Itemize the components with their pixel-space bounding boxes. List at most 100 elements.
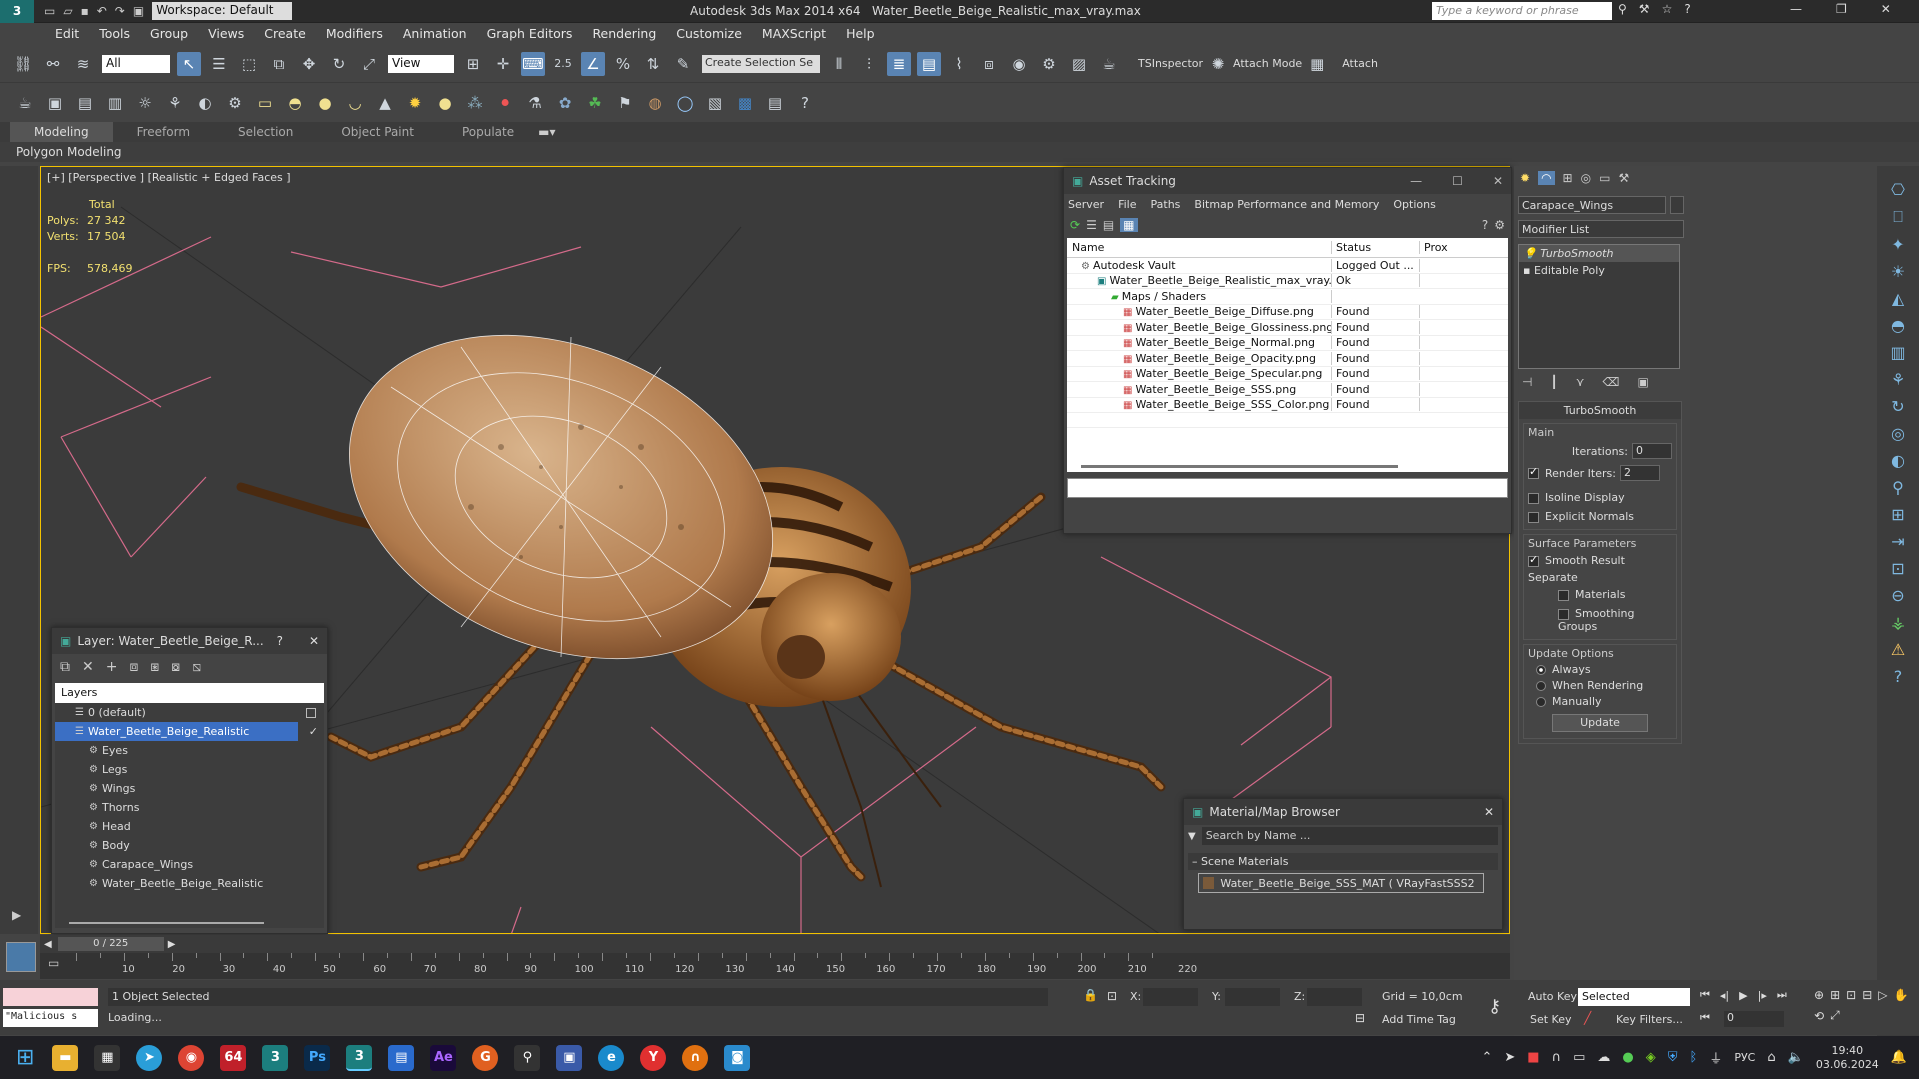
key-filter-dropdown[interactable]: Selected bbox=[1578, 988, 1690, 1006]
vray-light-icon[interactable]: ⚘ bbox=[163, 91, 187, 115]
network-icon[interactable]: ⌂ bbox=[1767, 1050, 1775, 1065]
telegram-icon[interactable]: ➤ bbox=[136, 1044, 163, 1071]
render-icon[interactable]: ☕ bbox=[1097, 52, 1121, 76]
absolute-mode-icon[interactable]: ⊡ bbox=[1107, 989, 1117, 1003]
pivot-icon[interactable]: ⊞ bbox=[461, 52, 485, 76]
3dsmax-active-icon[interactable]: 3 bbox=[346, 1044, 373, 1071]
col-name[interactable]: Name bbox=[1067, 241, 1332, 254]
workspace-dropdown[interactable]: Workspace: Default bbox=[152, 2, 293, 20]
open-file-icon[interactable]: ▱ bbox=[63, 4, 72, 18]
menu-graph-editors[interactable]: Graph Editors bbox=[477, 23, 583, 45]
teapot-icon[interactable]: ☕ bbox=[13, 91, 37, 115]
select-in-layer-icon[interactable]: ⧈ bbox=[129, 659, 138, 675]
layer-active[interactable]: ☰ Water_Beetle_Beige_Realistic ✓ bbox=[55, 722, 318, 741]
asset-menu-server[interactable]: Server bbox=[1068, 198, 1104, 211]
help-icon[interactable]: ? bbox=[277, 634, 283, 648]
globe-icon[interactable]: ◯ bbox=[673, 91, 697, 115]
pin-stack-icon[interactable]: ⊣ bbox=[1522, 375, 1532, 389]
asset-menu-file[interactable]: File bbox=[1118, 198, 1136, 211]
create-tab-icon[interactable]: ✹ bbox=[1520, 171, 1530, 185]
iterations-spinner[interactable]: 0 bbox=[1632, 443, 1672, 459]
tray-nvidia-icon[interactable]: ◈ bbox=[1646, 1050, 1656, 1065]
timeline-ruler[interactable]: 10 20 30 40 50 60 70 80 90 100 110 120 130 140 150 160 1… bbox=[40, 953, 1510, 979]
layer-object[interactable]: ⚙ Legs bbox=[55, 760, 324, 779]
save-app-icon[interactable]: ▣ bbox=[556, 1044, 583, 1071]
layer-object[interactable]: ⚙ Body bbox=[55, 836, 324, 855]
add-to-layer-icon[interactable]: + bbox=[106, 659, 118, 675]
hair-icon[interactable]: ⚑ bbox=[613, 91, 637, 115]
maximize-icon[interactable]: ☐ bbox=[1452, 174, 1463, 188]
photoshop-icon[interactable]: Ps bbox=[304, 1044, 331, 1071]
undo-icon[interactable]: ↶ bbox=[97, 4, 107, 18]
menu-maxscript[interactable]: MAXScript bbox=[752, 23, 836, 45]
app-logo[interactable]: 3 bbox=[0, 0, 34, 23]
vray-ies-icon[interactable]: ◭ bbox=[1892, 289, 1904, 308]
asset-menu-bitmap[interactable]: Bitmap Performance and Memory bbox=[1194, 198, 1379, 211]
settings-icon[interactable]: ▤ bbox=[763, 91, 787, 115]
proxy-icon[interactable]: ⚫ bbox=[493, 91, 517, 115]
scale-icon[interactable]: ⤢ bbox=[357, 52, 381, 76]
stack-item-turbosmooth[interactable]: 💡 TurboSmooth bbox=[1519, 245, 1679, 262]
select-manipulate-icon[interactable]: ✛ bbox=[491, 52, 515, 76]
rendered-frame-icon[interactable]: ▨ bbox=[1067, 52, 1091, 76]
layer-object[interactable]: ⚙ Head bbox=[55, 817, 324, 836]
asset-row[interactable]: ▦ Water_Beetle_Beige_SSS.png Found bbox=[1067, 382, 1508, 398]
maxscript-listener[interactable] bbox=[3, 988, 98, 1006]
edit-named-sel-icon[interactable]: ✎ bbox=[671, 52, 695, 76]
window-crossing-icon[interactable]: ⧉ bbox=[267, 52, 291, 76]
motion-tab-icon[interactable]: ◎ bbox=[1581, 171, 1591, 185]
link-icon[interactable]: ⛓ bbox=[11, 52, 35, 76]
material-item[interactable]: Water_Beetle_Beige_SSS_MAT ( VRayFastSSS… bbox=[1198, 873, 1484, 893]
smoothing-groups-checkbox[interactable] bbox=[1558, 608, 1569, 620]
zoom-extents-icon[interactable]: ⊡ bbox=[1846, 988, 1856, 1002]
question-icon[interactable]: ? bbox=[793, 91, 817, 115]
tray-shield-icon[interactable]: ⛨ bbox=[1668, 1050, 1678, 1065]
edge-icon[interactable]: e bbox=[598, 1044, 625, 1071]
vray-plane-icon[interactable]: ↻ bbox=[1891, 397, 1904, 416]
camera-icon[interactable]: ◙ bbox=[724, 1044, 751, 1071]
vray-dome-icon[interactable]: ◓ bbox=[1891, 316, 1905, 335]
clock[interactable]: 19:40 03.06.2024 bbox=[1816, 1044, 1879, 1072]
asset-menu-paths[interactable]: Paths bbox=[1151, 198, 1181, 211]
tools-icon[interactable]: ⚒ bbox=[1639, 2, 1650, 16]
vfb-icon[interactable]: ▩ bbox=[733, 91, 757, 115]
zoom-icon[interactable]: ⊕ bbox=[1814, 988, 1824, 1002]
layer-object[interactable]: ⚙ Water_Beetle_Beige_Realistic bbox=[55, 874, 324, 893]
asset-menu-options[interactable]: Options bbox=[1393, 198, 1435, 211]
isoline-checkbox[interactable] bbox=[1528, 492, 1539, 504]
bulb-icon[interactable]: 💡 bbox=[1523, 247, 1537, 260]
maxscript-output[interactable]: "Malicious s bbox=[3, 1009, 98, 1027]
help-icon[interactable]: ? bbox=[1482, 218, 1488, 232]
vray-warn-icon[interactable]: ⚠ bbox=[1891, 640, 1905, 659]
apps-icon[interactable]: ▦ bbox=[94, 1044, 121, 1071]
binoculars-icon[interactable]: ⚲ bbox=[1618, 2, 1627, 16]
vray-fur-icon[interactable]: ⚘ bbox=[1891, 370, 1905, 389]
tab-modeling[interactable]: Modeling bbox=[10, 122, 113, 142]
mini-listener-icon[interactable] bbox=[6, 942, 36, 972]
vray-mesh-icon[interactable]: ⚙ bbox=[223, 91, 247, 115]
play-icon[interactable]: ▶ bbox=[1739, 989, 1747, 1002]
mirror-icon[interactable]: ⫴ bbox=[827, 52, 851, 76]
set-key-button[interactable]: Set Key bbox=[1530, 1013, 1572, 1026]
next-frame-icon[interactable]: |▸ bbox=[1758, 989, 1767, 1002]
move-icon[interactable]: ✥ bbox=[297, 52, 321, 76]
col-proxy[interactable]: Prox bbox=[1420, 241, 1448, 254]
layer-default[interactable]: ☰ 0 (default) bbox=[55, 703, 324, 722]
percent-snap-icon[interactable]: % bbox=[611, 52, 635, 76]
material-search-input[interactable]: Search by Name ... bbox=[1201, 827, 1498, 845]
asset-row[interactable]: ⚙ Autodesk Vault Logged Out ... bbox=[1067, 258, 1508, 274]
settings-icon[interactable]: ⚙ bbox=[1494, 218, 1505, 232]
tray-red-icon[interactable]: ■ bbox=[1527, 1050, 1539, 1065]
utilities-tab-icon[interactable]: ⚒ bbox=[1618, 171, 1629, 185]
current-frame-field[interactable]: 0 bbox=[1724, 1011, 1784, 1027]
object-name-field[interactable]: Carapace_Wings bbox=[1518, 196, 1666, 214]
z-coord-field[interactable] bbox=[1307, 988, 1362, 1006]
fur-icon[interactable]: ⁂ bbox=[463, 91, 487, 115]
selection-filter-dropdown[interactable]: All bbox=[102, 54, 170, 73]
menu-help[interactable]: Help bbox=[836, 23, 885, 45]
layer-titlebar[interactable]: ▣ Layer: Water_Beetle_Beige_R... ? ✕ bbox=[52, 628, 327, 654]
rect-selection-icon[interactable]: ⬚ bbox=[237, 52, 261, 76]
select-object-icon[interactable]: ↖ bbox=[177, 51, 201, 76]
rollout-header[interactable]: TurboSmooth bbox=[1519, 402, 1681, 419]
spot-icon[interactable]: ▲ bbox=[373, 91, 397, 115]
